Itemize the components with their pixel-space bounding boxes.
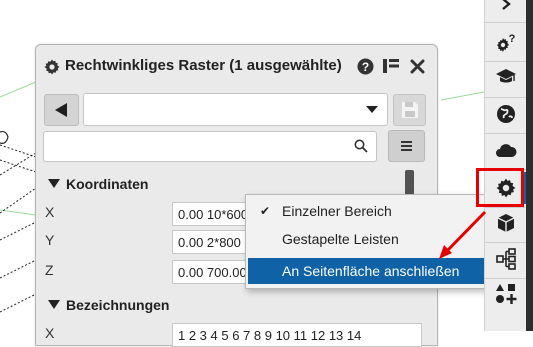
annotation-arrow bbox=[439, 210, 487, 259]
